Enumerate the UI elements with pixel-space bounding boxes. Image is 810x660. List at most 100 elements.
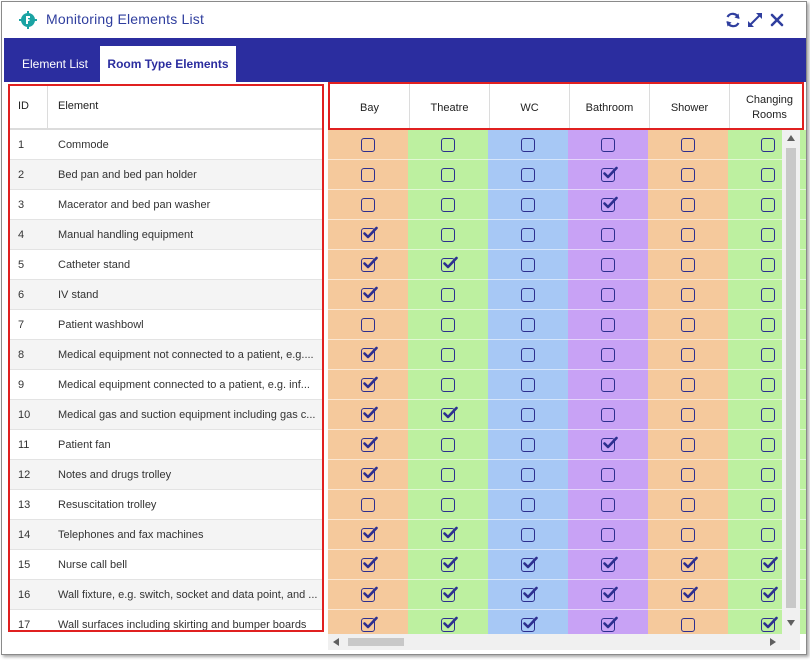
checkbox-checked[interactable]	[601, 166, 618, 182]
vertical-scrollbar[interactable]	[782, 130, 800, 634]
table-row[interactable]: 15 Nurse call bell	[10, 550, 322, 580]
checkbox-unchecked[interactable]	[761, 288, 775, 302]
checkbox-unchecked[interactable]	[681, 498, 695, 512]
checkbox-unchecked[interactable]	[681, 468, 695, 482]
checkbox-unchecked[interactable]	[681, 528, 695, 542]
checkbox-unchecked[interactable]	[441, 438, 455, 452]
checkbox-unchecked[interactable]	[761, 498, 775, 512]
column-header-room-type[interactable]: Bathroom	[570, 84, 650, 128]
checkbox-unchecked[interactable]	[521, 168, 535, 182]
checkbox-unchecked[interactable]	[441, 138, 455, 152]
column-header-room-type[interactable]: WC	[490, 84, 570, 128]
checkbox-checked[interactable]	[361, 226, 378, 242]
column-header-room-type[interactable]: Bay	[330, 84, 410, 128]
checkbox-checked[interactable]	[681, 586, 698, 602]
checkbox-checked[interactable]	[761, 616, 778, 632]
checkbox-checked[interactable]	[761, 556, 778, 572]
checkbox-unchecked[interactable]	[601, 408, 615, 422]
checkbox-unchecked[interactable]	[601, 468, 615, 482]
checkbox-checked[interactable]	[361, 406, 378, 422]
checkbox-unchecked[interactable]	[521, 468, 535, 482]
checkbox-unchecked[interactable]	[681, 378, 695, 392]
checkbox-checked[interactable]	[761, 586, 778, 602]
checkbox-unchecked[interactable]	[681, 618, 695, 632]
vertical-scroll-thumb[interactable]	[786, 148, 796, 608]
checkbox-checked[interactable]	[441, 526, 458, 542]
checkbox-unchecked[interactable]	[361, 498, 375, 512]
checkbox-unchecked[interactable]	[521, 198, 535, 212]
checkbox-unchecked[interactable]	[681, 438, 695, 452]
column-header-id[interactable]: ID	[10, 86, 48, 128]
checkbox-unchecked[interactable]	[761, 228, 775, 242]
checkbox-unchecked[interactable]	[521, 408, 535, 422]
table-row[interactable]: 8 Medical equipment not connected to a pa…	[10, 340, 322, 370]
checkbox-unchecked[interactable]	[761, 438, 775, 452]
checkbox-checked[interactable]	[601, 196, 618, 212]
scroll-left-icon[interactable]	[333, 638, 339, 646]
checkbox-unchecked[interactable]	[441, 288, 455, 302]
table-row[interactable]: 7 Patient washbowl	[10, 310, 322, 340]
checkbox-unchecked[interactable]	[761, 468, 775, 482]
tab-room-type-elements[interactable]: Room Type Elements	[100, 46, 236, 82]
checkbox-checked[interactable]	[361, 346, 378, 362]
checkbox-unchecked[interactable]	[361, 138, 375, 152]
checkbox-unchecked[interactable]	[521, 228, 535, 242]
checkbox-checked[interactable]	[361, 556, 378, 572]
table-row[interactable]: 3 Macerator and bed pan washer	[10, 190, 322, 220]
checkbox-checked[interactable]	[521, 586, 538, 602]
table-row[interactable]: 12 Notes and drugs trolley	[10, 460, 322, 490]
scroll-right-icon[interactable]	[770, 638, 776, 646]
table-row[interactable]: 4 Manual handling equipment	[10, 220, 322, 250]
checkbox-unchecked[interactable]	[681, 138, 695, 152]
column-header-element[interactable]: Element	[48, 86, 322, 128]
checkbox-unchecked[interactable]	[681, 348, 695, 362]
checkbox-unchecked[interactable]	[681, 228, 695, 242]
checkbox-unchecked[interactable]	[441, 198, 455, 212]
checkbox-checked[interactable]	[441, 256, 458, 272]
column-header-room-type[interactable]: Shower	[650, 84, 730, 128]
tab-element-list[interactable]: Element List	[10, 46, 100, 82]
table-row[interactable]: 16 Wall fixture, e.g. switch, socket and …	[10, 580, 322, 610]
checkbox-checked[interactable]	[681, 556, 698, 572]
checkbox-unchecked[interactable]	[681, 198, 695, 212]
scroll-down-icon[interactable]	[787, 620, 795, 626]
checkbox-checked[interactable]	[521, 556, 538, 572]
checkbox-unchecked[interactable]	[601, 228, 615, 242]
checkbox-unchecked[interactable]	[681, 408, 695, 422]
checkbox-unchecked[interactable]	[521, 288, 535, 302]
checkbox-checked[interactable]	[361, 256, 378, 272]
checkbox-unchecked[interactable]	[601, 528, 615, 542]
checkbox-unchecked[interactable]	[601, 258, 615, 272]
checkbox-unchecked[interactable]	[441, 318, 455, 332]
checkbox-unchecked[interactable]	[441, 378, 455, 392]
column-header-room-type[interactable]: Theatre	[410, 84, 490, 128]
checkbox-unchecked[interactable]	[761, 138, 775, 152]
table-row[interactable]: 9 Medical equipment connected to a patien…	[10, 370, 322, 400]
checkbox-checked[interactable]	[441, 406, 458, 422]
checkbox-unchecked[interactable]	[761, 198, 775, 212]
checkbox-checked[interactable]	[361, 466, 378, 482]
checkbox-unchecked[interactable]	[521, 318, 535, 332]
checkbox-unchecked[interactable]	[361, 318, 375, 332]
checkbox-unchecked[interactable]	[681, 258, 695, 272]
checkbox-unchecked[interactable]	[601, 318, 615, 332]
checkbox-checked[interactable]	[361, 526, 378, 542]
checkbox-unchecked[interactable]	[441, 468, 455, 482]
horizontal-scroll-thumb[interactable]	[348, 638, 404, 646]
checkbox-checked[interactable]	[601, 586, 618, 602]
checkbox-unchecked[interactable]	[761, 378, 775, 392]
checkbox-unchecked[interactable]	[761, 408, 775, 422]
checkbox-unchecked[interactable]	[521, 138, 535, 152]
checkbox-unchecked[interactable]	[761, 168, 775, 182]
checkbox-checked[interactable]	[361, 376, 378, 392]
checkbox-checked[interactable]	[361, 616, 378, 632]
checkbox-unchecked[interactable]	[361, 198, 375, 212]
checkbox-checked[interactable]	[441, 586, 458, 602]
table-row[interactable]: 6 IV stand	[10, 280, 322, 310]
checkbox-checked[interactable]	[601, 436, 618, 452]
checkbox-checked[interactable]	[601, 556, 618, 572]
horizontal-scrollbar[interactable]	[328, 634, 782, 650]
checkbox-unchecked[interactable]	[521, 498, 535, 512]
table-row[interactable]: 11 Patient fan	[10, 430, 322, 460]
table-row[interactable]: 10 Medical gas and suction equipment incl…	[10, 400, 322, 430]
